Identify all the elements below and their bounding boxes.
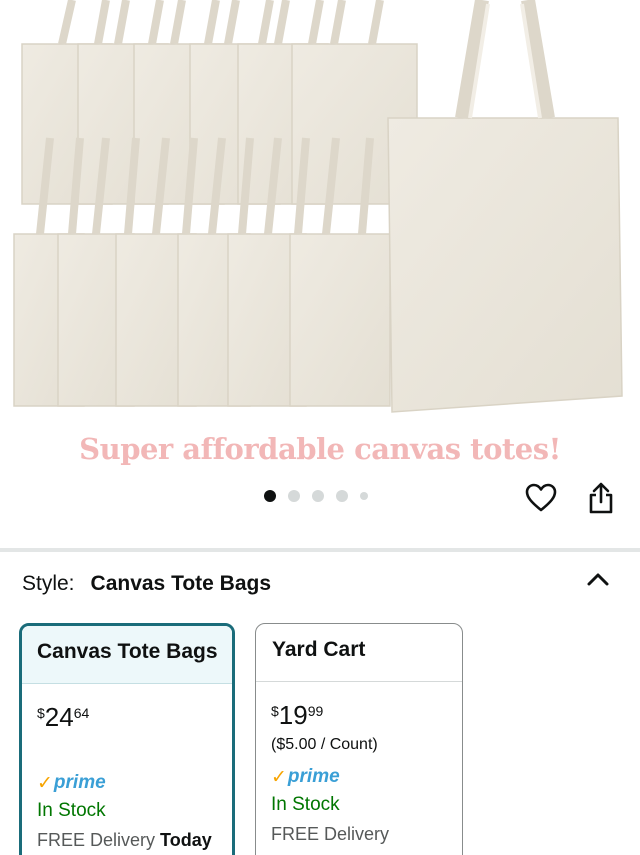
delivery-info: FREE Delivery Today [37, 830, 232, 851]
carousel-dot-3[interactable] [312, 490, 324, 502]
unit-price: ($5.00 / Count) [271, 736, 378, 753]
prime-label: prime [287, 766, 340, 787]
style-option-yard-cart[interactable]: Yard Cart $ 19 99 ($5.00 / Count) ✓ prim… [255, 623, 463, 855]
price-whole: 24 [44, 702, 74, 732]
section-divider [0, 548, 640, 552]
option-name: Yard Cart [256, 624, 462, 682]
carousel-dot-2[interactable] [288, 490, 300, 502]
style-value: Canvas Tote Bags [90, 572, 272, 595]
price-fraction: 99 [307, 703, 324, 719]
style-option-canvas-tote-bags[interactable]: Canvas Tote Bags $ 24 64 ✓ prime In Stoc… [19, 623, 235, 855]
style-selector-header: Style: Canvas Tote Bags [22, 572, 271, 596]
carousel-dot-4[interactable] [336, 490, 348, 502]
delivery-prefix: FREE Delivery [271, 824, 390, 844]
price-currency: $ [37, 705, 45, 721]
option-name: Canvas Tote Bags [22, 626, 232, 684]
prime-label: prime [53, 772, 106, 793]
collapse-button[interactable] [584, 566, 612, 594]
share-button[interactable] [581, 478, 621, 518]
product-image-carousel[interactable]: Super affordable canvas totes! [0, 0, 640, 548]
prime-check-icon: ✓ [271, 766, 287, 788]
image-caption: Super affordable canvas totes! [79, 432, 561, 466]
heart-icon [525, 483, 557, 512]
carousel-dot-5[interactable] [360, 492, 368, 500]
price-fraction: 64 [73, 705, 90, 721]
price-whole: 19 [278, 700, 308, 730]
favorite-button[interactable] [521, 478, 561, 518]
delivery-info: FREE Delivery [271, 824, 462, 845]
stock-status: In Stock [37, 800, 106, 821]
chevron-up-icon [587, 573, 609, 586]
stock-status: In Stock [271, 794, 340, 815]
prime-badge: ✓ prime [271, 766, 462, 788]
share-icon [589, 482, 613, 514]
price-currency: $ [271, 703, 279, 719]
option-price: $ 24 64 [37, 704, 232, 734]
option-price: $ 19 99 [271, 702, 462, 732]
delivery-prefix: FREE Delivery [37, 830, 156, 850]
delivery-day: Today [160, 830, 212, 850]
product-image [13, 0, 623, 413]
prime-check-icon: ✓ [37, 772, 53, 794]
style-label: Style: [22, 572, 75, 595]
carousel-indicator[interactable] [264, 490, 368, 502]
carousel-dot-1[interactable] [264, 490, 276, 502]
prime-badge: ✓ prime [37, 772, 232, 794]
